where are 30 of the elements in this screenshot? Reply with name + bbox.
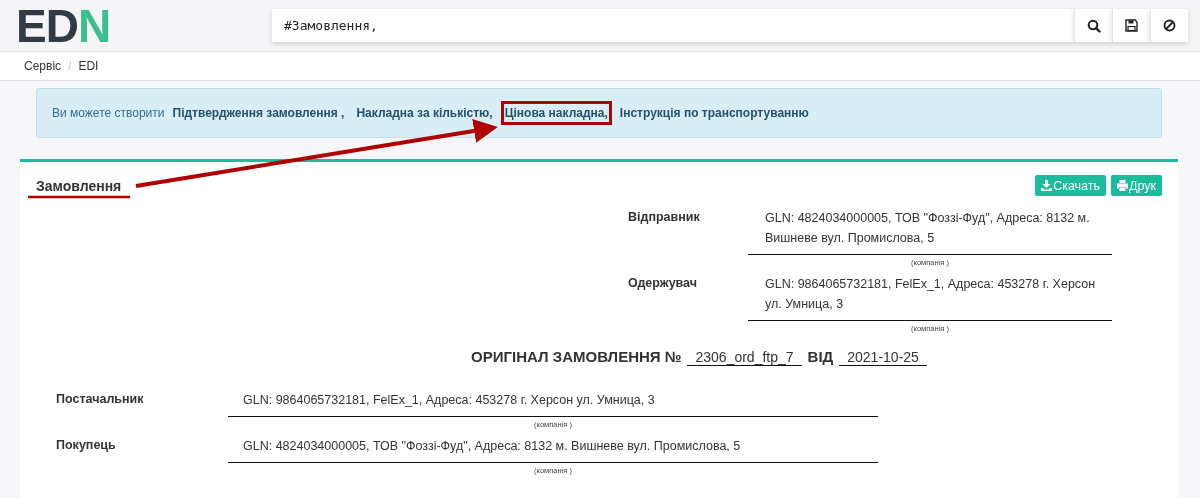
document-link[interactable]: Інструкція по транспортуванню	[615, 101, 813, 125]
save-button[interactable]	[1112, 9, 1150, 42]
party-label: Відправник	[628, 209, 701, 226]
printer-icon	[1117, 180, 1128, 191]
search-button[interactable]	[1074, 9, 1112, 42]
document-link[interactable]: Цінова накладна,	[500, 101, 612, 125]
party-label: Постачальник	[56, 391, 145, 408]
ban-icon	[1163, 19, 1176, 32]
order-date: 2021-10-25	[839, 349, 927, 366]
breadcrumb-separator: /	[68, 59, 72, 73]
party-value: GLN: 9864065732181, FelEx_1, Адреса: 453278 г. Херсон ул. Умница, 3	[228, 386, 878, 417]
party-value: GLN: 4824034000005, ТОВ "Фоззі-Фуд", Адреса: 8132 м. Вишневе вул. Промислова, 5	[228, 432, 878, 463]
search-field[interactable]: #Замовлення,	[272, 9, 1074, 42]
document-link[interactable]: Накладна за кількістю,	[352, 101, 497, 125]
party-value: GLN: 9864065732181, FelEx_1, Адреса: 453278 г. Херсон ул. Умница, 3	[748, 270, 1112, 321]
breadcrumb-link[interactable]: EDI	[78, 59, 99, 73]
party-value: GLN: 4824034000005, ТОВ "Фоззі-Фуд", Адреса: 8132 м. Вишневе вул. Промислова, 5	[748, 204, 1112, 255]
card-title: Замовлення	[36, 177, 122, 194]
search-icon	[1086, 18, 1101, 33]
document-link[interactable]: Підтвердження замовлення ,	[168, 101, 349, 125]
download-icon	[1041, 180, 1053, 191]
breadcrumb-link[interactable]: Сервіс	[24, 59, 62, 73]
cancel-button[interactable]	[1150, 9, 1188, 42]
party-label: Покупець	[56, 437, 117, 454]
date-label: ВІД	[807, 348, 834, 365]
logo: EDN	[16, 2, 112, 49]
alert-text: Ви можете створити	[52, 106, 165, 120]
document-title: ОРИГІНАЛ ЗАМОВЛЕННЯ №	[471, 348, 682, 365]
party-label: Одержувач	[628, 275, 698, 292]
order-number: 2306_ord_ftp_7	[687, 349, 802, 366]
